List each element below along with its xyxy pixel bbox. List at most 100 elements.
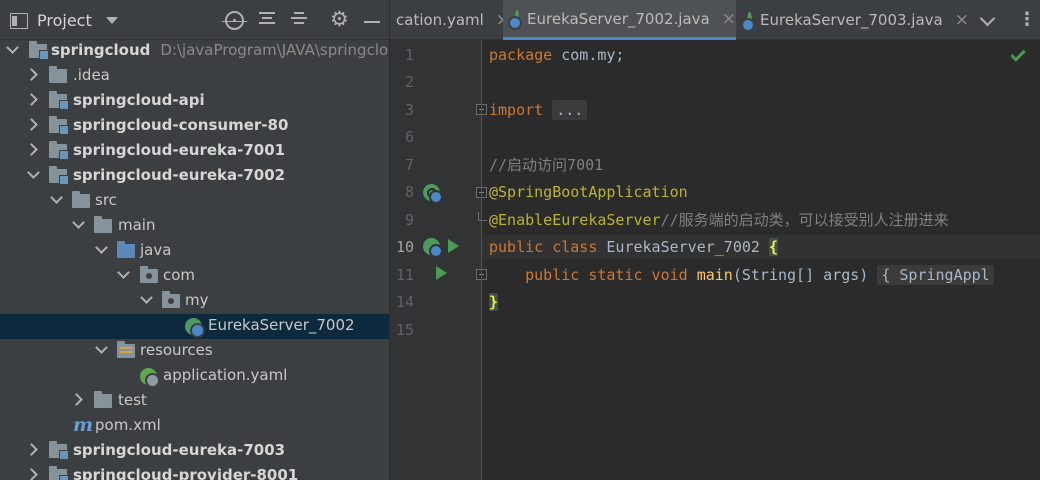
spring-class-icon [507,10,523,30]
project-view-selector[interactable]: Project [10,11,118,30]
tree-item-main[interactable]: main [0,214,389,239]
line-number: 6 [404,128,414,146]
tree-item-pom-xml[interactable]: m pom.xml [0,414,389,439]
tree-item-label: my [185,291,209,309]
tree-item-resources[interactable]: resources [0,339,389,364]
tree-item-label: test [118,391,147,409]
code-line-11: public static void main(String[] args) {… [489,263,994,287]
chevron-down-icon[interactable] [117,266,130,279]
tree-item-src[interactable]: src [0,189,389,214]
code-line-7: //启动访问7001 [489,156,604,174]
expand-all-icon[interactable] [259,12,275,30]
line-number: 14 [395,293,414,311]
spring-class-icon [740,11,756,32]
chevron-right-icon[interactable] [25,93,38,106]
tree-item-label: com [163,266,196,284]
tree-item-java[interactable]: java [0,239,389,264]
tree-item-application-yaml[interactable]: application.yaml [0,364,389,389]
module-folder-icon [49,141,69,160]
project-panel-header: Project ⚙ [0,0,389,40]
tree-item-com[interactable]: com [0,264,389,289]
chevron-right-icon[interactable] [25,143,38,156]
chevron-down-icon[interactable] [979,10,996,27]
module-folder-icon [29,41,49,60]
tree-item-label: springcloud-eureka-7002 [73,166,286,184]
folded-method-body[interactable]: { SpringAppl [877,265,994,285]
folder-icon [49,66,67,83]
chevron-right-icon[interactable] [70,393,83,406]
chevron-right-icon[interactable] [25,443,38,456]
tree-item-label: springcloud D:\javaProgram\JAVA\springclo… [51,41,389,59]
tab-application-yaml[interactable]: cation.yaml × [390,0,510,40]
maven-icon: m [73,414,94,436]
project-icon [10,12,28,29]
tree-item-springcloud[interactable]: springcloud D:\javaProgram\JAVA\springclo… [0,39,389,64]
code-line-10: public class EurekaServer_7002 { [482,235,1040,259]
tree-item-springcloud-eureka-7002[interactable]: springcloud-eureka-7002 [0,164,389,189]
tree-item-springcloud-eureka-7003[interactable]: springcloud-eureka-7003 [0,439,389,464]
chevron-right-icon[interactable] [25,118,38,131]
chevron-down-icon[interactable] [50,191,63,204]
module-folder-icon [49,116,69,135]
chevron-right-icon[interactable] [25,468,38,480]
tree-item-eurekaserver-7002[interactable]: EurekaServer_7002 [0,314,389,339]
folded-imports[interactable]: ... [552,100,588,120]
module-folder-icon [49,441,69,460]
chevron-down-icon[interactable] [72,216,85,229]
chevron-down-icon[interactable] [95,241,108,254]
line-number: 11 [395,266,414,284]
fold-end-icon[interactable] [478,212,487,221]
tree-item-springcloud-provider-8001[interactable]: springcloud-provider-8001 [0,464,389,480]
tab-label: cation.yaml [396,11,484,29]
chevron-down-icon[interactable] [6,41,19,54]
run-icon[interactable] [448,239,459,253]
code-line-1: package com.my; [489,46,625,64]
close-icon[interactable]: × [722,9,736,29]
project-path: D:\javaProgram\JAVA\springcloud [160,41,389,59]
line-number: 9 [404,211,414,229]
tab-label: EurekaServer_7003.java [760,11,943,29]
spring-bean-icon[interactable] [423,238,443,258]
tree-item-springcloud-eureka-7001[interactable]: springcloud-eureka-7001 [0,139,389,164]
code-area[interactable]: package com.my; import ... //启动访问7001 @S… [482,40,1040,480]
collapse-all-icon[interactable] [291,12,307,30]
yaml-config-icon [140,368,160,388]
run-icon[interactable] [436,266,447,280]
line-number: 3 [404,101,414,119]
tree-item-label: application.yaml [163,366,288,384]
chevron-down-icon[interactable] [105,17,118,24]
chevron-down-icon[interactable] [27,166,40,179]
more-vertical-icon[interactable]: ⋮ [1018,8,1036,32]
code-line-8: @SpringBootApplication [489,183,688,201]
line-number: 8 [404,183,414,201]
tree-item-label: pom.xml [95,416,161,434]
tree-item-label: springcloud-provider-8001 [73,466,299,480]
editor-tab-bar: cation.yaml × EurekaServer_7002.java × E… [390,0,1040,40]
tree-item-my[interactable]: my [0,289,389,314]
tree-item-springcloud-consumer-80[interactable]: springcloud-consumer-80 [0,114,389,139]
tab-eurekaserver-7003[interactable]: EurekaServer_7003.java × [737,0,969,40]
minimize-icon[interactable] [364,21,380,23]
tree-item-label: springcloud-api [73,91,205,109]
chevron-down-icon[interactable] [140,291,153,304]
tree-item-springcloud-api[interactable]: springcloud-api [0,89,389,114]
line-number: 15 [395,321,414,339]
tab-label: EurekaServer_7002.java [527,9,710,28]
chevron-right-icon[interactable] [25,68,38,81]
tree-item-label: .idea [73,66,110,84]
gear-icon[interactable]: ⚙ [330,8,349,30]
close-icon[interactable]: × [955,10,969,30]
code-line-14: } [489,293,499,311]
module-folder-icon [49,166,69,185]
project-title: Project [37,11,92,30]
chevron-down-icon[interactable] [95,341,108,354]
code-line-9: @EnableEurekaServer//服务端的启动类，可以接受别人注册进来 [489,211,949,229]
line-number: 7 [404,156,414,174]
tree-item-idea[interactable]: .idea [0,64,389,89]
tab-eurekaserver-7002[interactable]: EurekaServer_7002.java × [503,0,736,40]
tree-item-test[interactable]: test [0,389,389,414]
package-icon [162,291,180,308]
folder-icon [94,216,112,233]
locate-file-icon[interactable] [222,11,247,30]
spring-bean-search-icon[interactable] [423,184,443,204]
